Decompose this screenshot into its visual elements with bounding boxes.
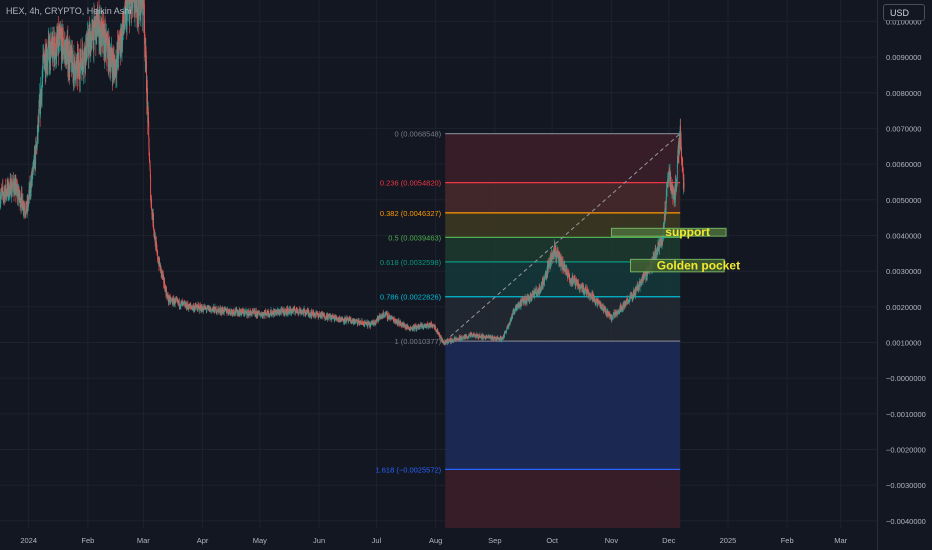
candle-body (151, 200, 153, 210)
annotation-text-1: Golden pocket (657, 259, 740, 273)
candle-body (229, 308, 231, 313)
y-tick-label: 0.0030000 (886, 267, 921, 276)
x-tick-label: 2025 (720, 536, 737, 545)
candle-body (437, 331, 439, 333)
y-tick-label: −0.0000000 (886, 374, 926, 383)
candle-body (506, 329, 508, 331)
fib-level-label-0: 0 (0.0068548) (394, 130, 441, 139)
price-chart[interactable]: 0 (0.0068548) 0.236 (0.0054820) 0.382 (0.0… (0, 0, 932, 550)
x-tick-label: Mar (834, 536, 847, 545)
y-tick-label: −0.0030000 (886, 481, 926, 490)
candle-body (612, 314, 614, 317)
y-tick-label: 0.0080000 (886, 89, 921, 98)
candle-body (11, 186, 13, 189)
candle-body (148, 121, 150, 138)
candle-body (178, 300, 180, 307)
y-tick-label: 0.0010000 (886, 338, 921, 347)
candle-body (311, 311, 313, 314)
fib-level-label-0.236: 0.236 (0.0054820) (380, 179, 442, 188)
candle-body (472, 336, 474, 338)
candle-body (190, 305, 192, 307)
candle-body (638, 286, 640, 291)
x-tick-label: Apr (197, 536, 209, 545)
annotation-text-0: support (665, 225, 710, 239)
fib-level-label-0.618: 0.618 (0.0032598) (380, 258, 442, 267)
y-tick-label: −0.0010000 (886, 410, 926, 419)
candle-body (42, 54, 44, 70)
fib-zone-0.236 (445, 182, 681, 213)
candle-body (73, 54, 75, 58)
y-tick-label: 0.0060000 (886, 160, 921, 169)
candle-body (423, 326, 425, 328)
x-tick-label: May (253, 536, 267, 545)
candle-body (239, 312, 241, 315)
y-tick-label: 0.0020000 (886, 303, 921, 312)
candle-body (262, 313, 264, 317)
x-tick-label: Mar (137, 536, 150, 545)
symbol-label: HEX, 4h, CRYPTO, Heikin Ashi (6, 6, 132, 16)
y-tick-label: 0.0070000 (886, 124, 921, 133)
x-tick-label: Feb (81, 536, 94, 545)
candle-body (588, 291, 590, 293)
candle-body (336, 317, 338, 320)
fib-level-label-1.618: 1.618 (−0.0025572) (375, 465, 441, 474)
fib-level-label-0.786: 0.786 (0.0022826) (380, 293, 442, 302)
candle-body (453, 340, 455, 342)
fib-zone-1 (445, 341, 681, 470)
fib-zone-0 (445, 133, 681, 183)
candle-body (54, 36, 55, 54)
fib-zone-0.786 (445, 296, 681, 342)
price-axis-divider (877, 0, 878, 550)
candle-body (74, 57, 75, 69)
candle-body (146, 88, 148, 103)
x-tick-label: Oct (546, 536, 559, 545)
x-tick-label: Aug (429, 536, 442, 545)
fib-level-label-1: 1 (0.0010377) (394, 337, 441, 346)
x-tick-label: Dec (662, 536, 676, 545)
candle-body (681, 148, 682, 161)
x-tick-label: Jun (313, 536, 325, 545)
y-tick-label: −0.0040000 (886, 517, 926, 526)
candle-body (160, 265, 162, 268)
x-tick-label: Jul (372, 536, 382, 545)
candle-body (157, 251, 159, 260)
y-tick-label: 0.0050000 (886, 196, 921, 205)
x-tick-label: 2024 (20, 536, 37, 545)
candle-body (303, 308, 305, 311)
y-tick-label: −0.0020000 (886, 446, 926, 455)
fib-zone-1.618 (445, 469, 681, 528)
y-tick-label: 0.0040000 (886, 231, 921, 240)
currency-button[interactable]: USD (883, 4, 925, 21)
x-tick-label: Nov (605, 536, 619, 545)
x-tick-label: Sep (488, 536, 501, 545)
candle-body (408, 327, 410, 329)
x-tick-label: Feb (781, 536, 794, 545)
fib-level-label-0.382: 0.382 (0.0046327) (380, 209, 442, 218)
candle-body (106, 43, 108, 58)
y-tick-label: 0.0090000 (886, 53, 921, 62)
candle-body (683, 182, 685, 188)
candle-body (138, 0, 140, 17)
fib-level-label-0.5: 0.5 (0.0039463) (388, 233, 441, 242)
candle-body (271, 313, 273, 315)
